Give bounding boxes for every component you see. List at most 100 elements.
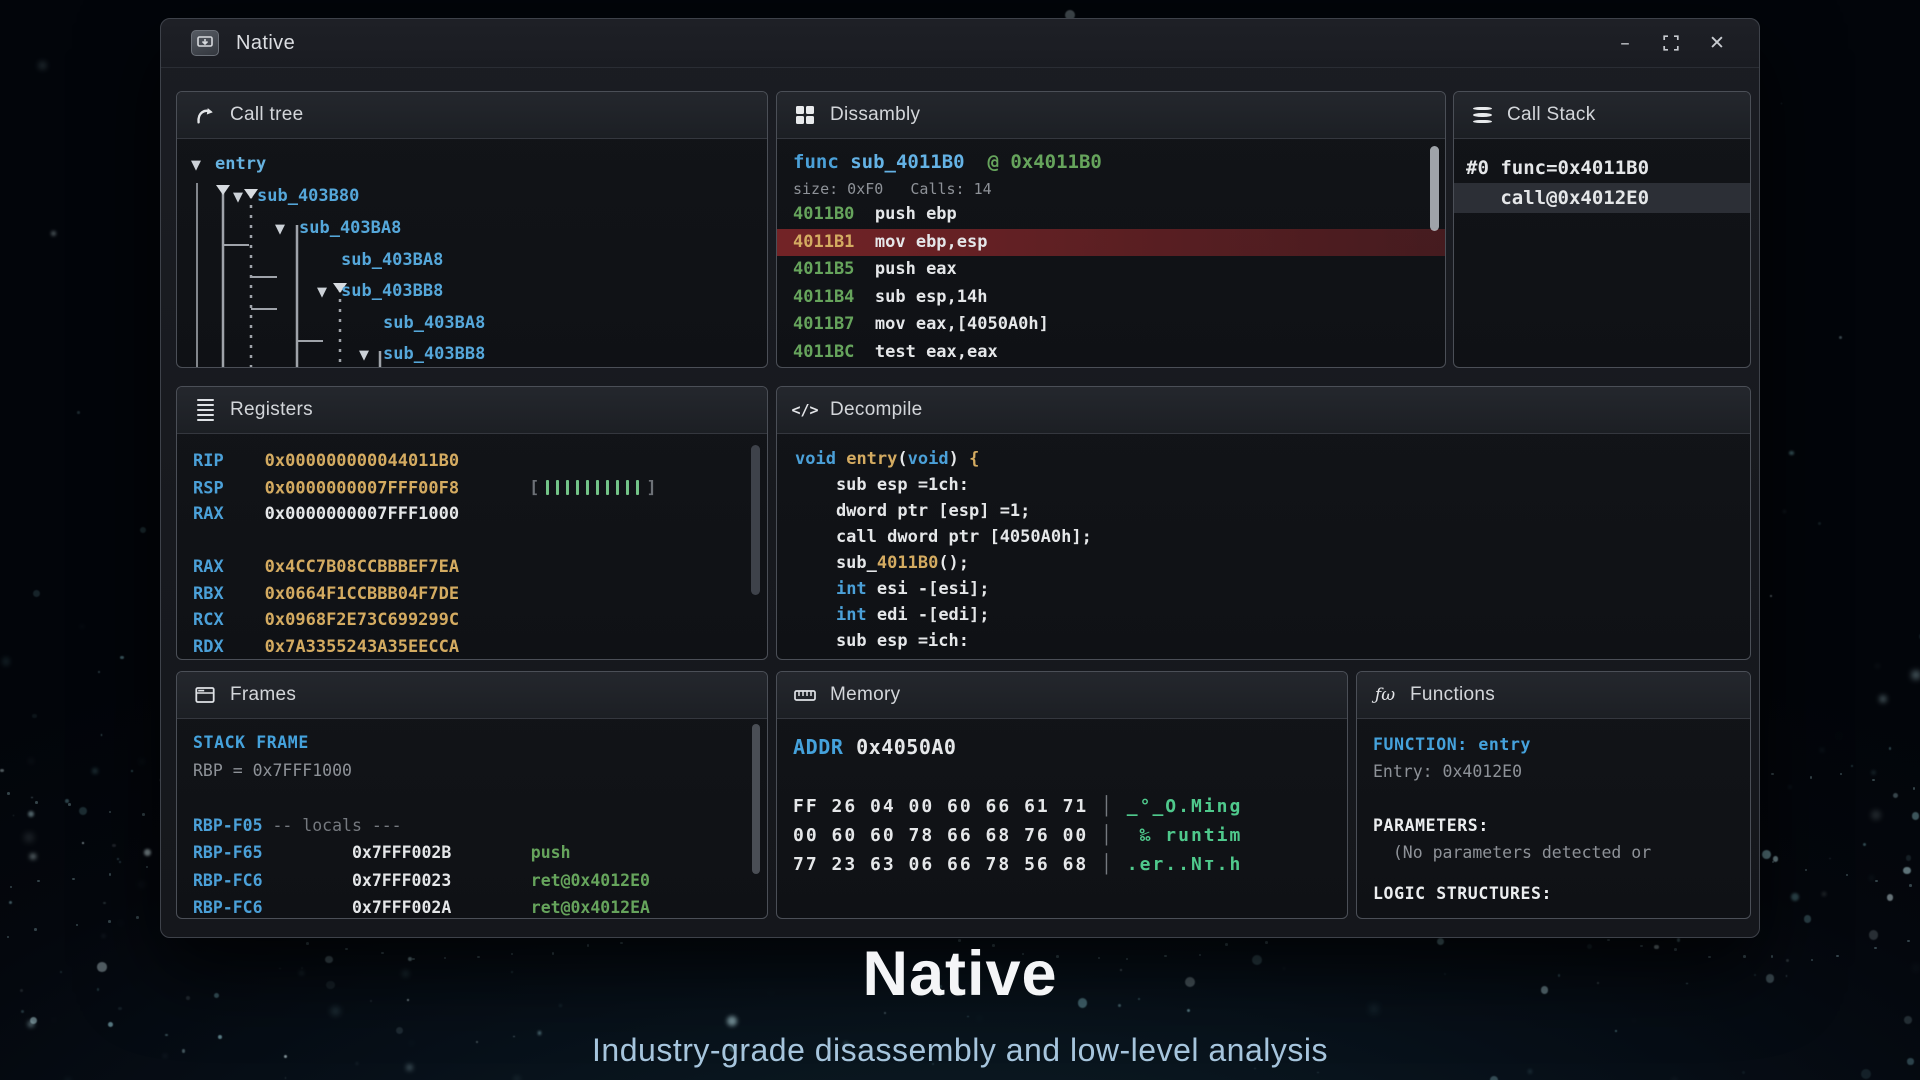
tree-item[interactable]: ▼entry xyxy=(191,149,767,181)
panel-functions: ƒω Functions FUNCTION: entryEntry: 0x401… xyxy=(1356,671,1751,919)
minimize-button[interactable]: – xyxy=(1609,27,1641,59)
memory-row: FF 26 04 00 60 66 61 71 │ _°_O.Ming xyxy=(793,792,1347,821)
stack-entry[interactable]: #0 func=0x4011B0 xyxy=(1466,153,1738,183)
decompile-line: sub esp =1ch: xyxy=(795,472,1750,498)
panel-title: Decompile xyxy=(830,399,922,421)
memory-header: Memory xyxy=(777,672,1347,719)
registers-header: Registers xyxy=(177,387,767,434)
asm-line[interactable]: 4011B5 push eax xyxy=(793,256,1429,284)
frame-row[interactable]: RBP = 0x7FFF1000 xyxy=(193,757,767,785)
asm-line[interactable]: func sub_4011B0 @ 0x4011B0 xyxy=(793,147,1429,177)
decompile-line: sub esp =ich: xyxy=(795,628,1750,654)
decompile-header: </> Decompile xyxy=(777,387,1750,434)
frame-row[interactable]: RBP-FC6 0x7FFF002A ret@0x4012EA xyxy=(193,894,767,919)
decompile-line: dword ptr [esp] =1; xyxy=(795,498,1750,524)
function-info-row: Entry: 0x4012E0 xyxy=(1373,758,1750,785)
maximize-icon xyxy=(1663,35,1679,51)
hero-section: Native Industry-grade disassembly and lo… xyxy=(0,938,1920,1069)
memory-row: 77 23 63 06 66 78 56 68 │ .er..Nт.h xyxy=(793,850,1347,879)
disassembly-body: func sub_4011B0 @ 0x4011B0size: 0xF0 Cal… xyxy=(777,139,1445,368)
panel-call-stack: Call Stack #0 func=0x4011B0 call@0x4012E… xyxy=(1453,91,1751,368)
tree-item-label: sub_403BA8 xyxy=(383,313,485,333)
scrollbar-thumb[interactable] xyxy=(751,445,760,595)
call-tree-list: ▼entry▼sub_403B80▼sub_403BA8sub_403BA8▼s… xyxy=(191,149,767,368)
frames-header: Frames xyxy=(177,672,767,719)
panel-title: Registers xyxy=(230,399,313,421)
tree-expand-icon[interactable]: ▼ xyxy=(191,150,215,181)
tree-item[interactable]: ▼sub_403BA8 xyxy=(191,213,767,245)
tree-expand-icon[interactable]: ▼ xyxy=(275,214,299,245)
decompile-line: dword ptr [esp] =1; xyxy=(795,654,1750,660)
memory-row: 00 60 60 78 66 68 76 00 │ ‰ runtim xyxy=(793,821,1347,850)
panel-title: Frames xyxy=(230,684,296,706)
tree-expand-icon[interactable]: ▼ xyxy=(359,340,383,368)
layers-icon xyxy=(1470,104,1494,126)
tree-item[interactable]: sub_403BA8 xyxy=(191,308,767,339)
tree-item[interactable]: ▼sub_403BB8 xyxy=(191,276,767,308)
disassembly-header: Dissambly xyxy=(777,92,1445,139)
decompile-line: call dword ptr [4050A0h]; xyxy=(795,524,1750,550)
scrollbar-thumb[interactable] xyxy=(752,724,760,874)
tree-item-label: entry xyxy=(215,154,266,174)
asm-line[interactable]: size: 0xF0 Calls: 14 xyxy=(793,177,1429,201)
frame-row[interactable]: RBP-F65 0x7FFF002B push xyxy=(193,839,767,867)
app-icon xyxy=(191,30,219,56)
call-tree-body: ▼entry▼sub_403B80▼sub_403BA8sub_403BA8▼s… xyxy=(177,139,767,368)
function-info-row: (No parameters detected or xyxy=(1373,839,1750,866)
asm-line[interactable]: 4011B7 mov eax,[4050A0h] xyxy=(793,311,1429,339)
register-row: RAX 0x4CC7B08CCBBBEF7EA xyxy=(193,554,767,581)
stack-entry[interactable]: call@0x4012E0 xyxy=(1454,183,1750,213)
memory-row xyxy=(793,763,1347,792)
panel-title: Call Stack xyxy=(1507,104,1596,126)
register-row: RAX 0x0000000007FFF1000 xyxy=(193,501,767,528)
decompile-body: void entry(void) { sub esp =1ch: dword p… xyxy=(777,434,1750,660)
register-row: RDX 0x7A3355243A35EECCA xyxy=(193,634,767,660)
tree-item[interactable]: sub_403BA8 xyxy=(191,245,767,276)
app-window: Native – ✕ Call tree xyxy=(160,18,1760,938)
frame-row[interactable] xyxy=(193,784,767,812)
decompile-line: int esi -[esi]; xyxy=(795,576,1750,602)
tree-item[interactable]: ▼sub_403B80 xyxy=(191,181,767,213)
register-row: RIP 0x000000000044011B0 xyxy=(193,448,767,475)
frame-row[interactable]: RBP-F05 -- locals --- xyxy=(193,812,767,840)
code-icon: </> xyxy=(793,399,817,421)
tree-expand-icon[interactable]: ▼ xyxy=(233,182,257,213)
close-button[interactable]: ✕ xyxy=(1701,27,1733,59)
curved-arrow-icon xyxy=(193,104,217,126)
close-icon: ✕ xyxy=(1709,32,1725,54)
register-row: RBX 0x0664F1CCBBB04F7DE xyxy=(193,581,767,608)
panel-call-tree: Call tree xyxy=(176,91,768,368)
tree-expand-icon[interactable]: ▼ xyxy=(317,277,341,308)
ram-icon xyxy=(793,684,817,706)
frame-row[interactable]: RBP-FC6 0x7FFF0023 ret@0x4012E0 xyxy=(193,867,767,895)
panel-decompile: </> Decompile void entry(void) { sub esp… xyxy=(776,386,1751,660)
panel-title: Functions xyxy=(1410,684,1495,706)
tree-item-label: sub_403BA8 xyxy=(299,218,401,238)
functions-body: FUNCTION: entryEntry: 0x4012E0 PARAMETER… xyxy=(1357,719,1750,919)
functions-header: ƒω Functions xyxy=(1357,672,1750,719)
stack-bars-indicator: [] xyxy=(529,475,657,502)
minimize-icon: – xyxy=(1620,32,1630,54)
panel-registers: Registers RIP 0x000000000044011B0RSP 0x0… xyxy=(176,386,768,660)
panel-title: Call tree xyxy=(230,104,303,126)
call-stack-header: Call Stack xyxy=(1454,92,1750,139)
function-info-row: FUNCTION: entry xyxy=(1373,731,1750,758)
asm-line[interactable]: 4011B1 mov ebp,esp xyxy=(777,229,1445,257)
asm-line[interactable]: 4011B0 push ebp xyxy=(793,201,1429,229)
function-info-row: PARAMETERS: xyxy=(1373,812,1750,839)
panel-title: Dissambly xyxy=(830,104,920,126)
register-row: RSP 0x0000000007FFF00F8[] xyxy=(193,475,767,502)
scrollbar-thumb[interactable] xyxy=(1430,146,1439,231)
asm-line[interactable]: 4011BC test eax,eax xyxy=(793,339,1429,367)
panel-memory: Memory ADDR 0x4050A0 FF 26 04 00 60 66 6… xyxy=(776,671,1348,919)
decompile-line: int edi -[edi]; xyxy=(795,602,1750,628)
blocks-icon xyxy=(793,104,817,126)
window-controls: – ✕ xyxy=(1609,27,1733,59)
call-tree-header: Call tree xyxy=(177,92,767,139)
asm-line[interactable]: 4011B4 sub esp,14h xyxy=(793,284,1429,312)
call-stack-body: #0 func=0x4011B0 call@0x4012E0 xyxy=(1454,139,1750,368)
memory-body: ADDR 0x4050A0 FF 26 04 00 60 66 61 71 │ … xyxy=(777,719,1347,919)
tree-item[interactable]: ▼sub_403BB8 xyxy=(191,339,767,368)
maximize-button[interactable] xyxy=(1655,27,1687,59)
frame-row[interactable]: STACK FRAME xyxy=(193,729,767,757)
